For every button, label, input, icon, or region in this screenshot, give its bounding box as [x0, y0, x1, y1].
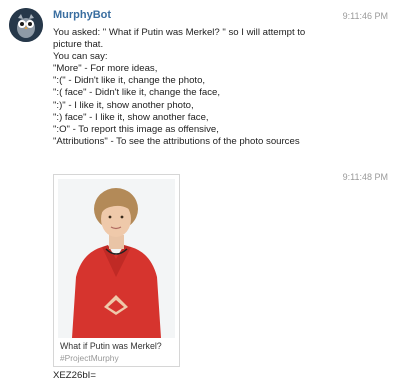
image-hashtag[interactable]: #ProjectMurphy [60, 353, 119, 363]
message-line: You can say: [53, 51, 108, 63]
person-portrait-image [58, 179, 175, 338]
message-line: "More" - For more ideas, [53, 63, 158, 75]
message-line: ":(" - Didn't like it, change the photo, [53, 75, 206, 87]
image-caption: What if Putin was Merkel? [60, 341, 162, 351]
message-line: You asked: " What if Putin was Merkel? "… [53, 27, 306, 38]
message-line: ":O" - To report this image as offensive… [53, 123, 219, 135]
message-line: "Attributions" - To see the attributions… [53, 135, 300, 147]
generated-photo[interactable] [58, 179, 175, 338]
message-timestamp: 9:11:48 PM [342, 172, 388, 182]
message-timestamp: 9:11:46 PM [342, 11, 388, 21]
message-line: ":) face" - I like it, show another face… [53, 111, 209, 123]
message-line: ":)" - I like it, show another photo, [53, 99, 194, 111]
owl-icon [9, 8, 43, 42]
message-line: ":( face" - Didn't like it, change the f… [53, 87, 221, 99]
message-line: picture that. [53, 39, 104, 51]
image-code: XEZ26bI= [53, 370, 96, 381]
sender-name[interactable]: MurphyBot [53, 9, 111, 21]
message-text: You asked: " What if Putin was Merkel? "… [53, 27, 353, 148]
bot-avatar[interactable] [9, 8, 43, 42]
image-card[interactable]: What if Putin was Merkel? #ProjectMurphy [53, 174, 180, 367]
